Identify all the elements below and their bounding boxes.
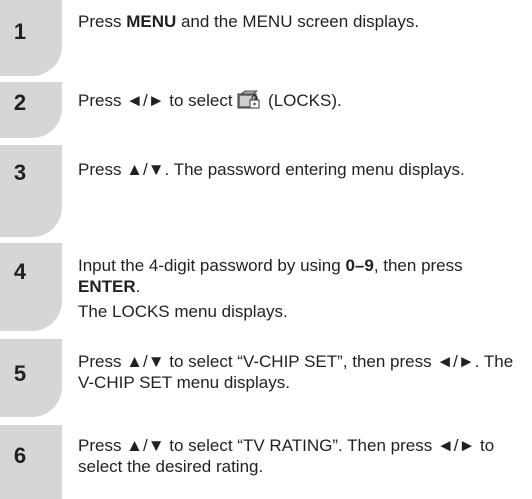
step-tab	[0, 145, 62, 237]
step-number: 5	[13, 361, 27, 386]
step-number: 2	[13, 90, 27, 115]
step-number: 6	[13, 443, 27, 468]
step-text: Press ▲/▼ to select “TV RATING”. Then pr…	[78, 436, 495, 476]
step-1: 1 Press MENU and the MENU screen display…	[0, 0, 532, 76]
step-text: Input the 4-digit password by using 0–9,…	[78, 256, 463, 321]
step-2: 2 Press ◄/► to select (LOCKS).	[0, 82, 532, 138]
step-number: 1	[13, 19, 27, 44]
step-text: Press ▲/▼. The password entering menu di…	[78, 160, 465, 179]
step-5: 5 Press ▲/▼ to select “V-CHIP SET”, then…	[0, 339, 532, 417]
step-text: Press ◄/► to select (LOCKS).	[78, 90, 342, 110]
locks-icon	[237, 90, 261, 110]
step-6: 6 Press ▲/▼ to select “TV RATING”. Then …	[0, 425, 532, 499]
step-4: 4 Input the 4-digit password by using 0–…	[0, 243, 532, 331]
step-tab	[0, 243, 62, 331]
step-3: 3 Press ▲/▼. The password entering menu …	[0, 145, 532, 237]
step-number: 4	[13, 259, 27, 284]
step-text: Press ▲/▼ to select “V-CHIP SET”, then p…	[78, 352, 514, 392]
step-number: 3	[13, 160, 27, 185]
step-text: Press MENU and the MENU screen displays.	[78, 12, 420, 31]
